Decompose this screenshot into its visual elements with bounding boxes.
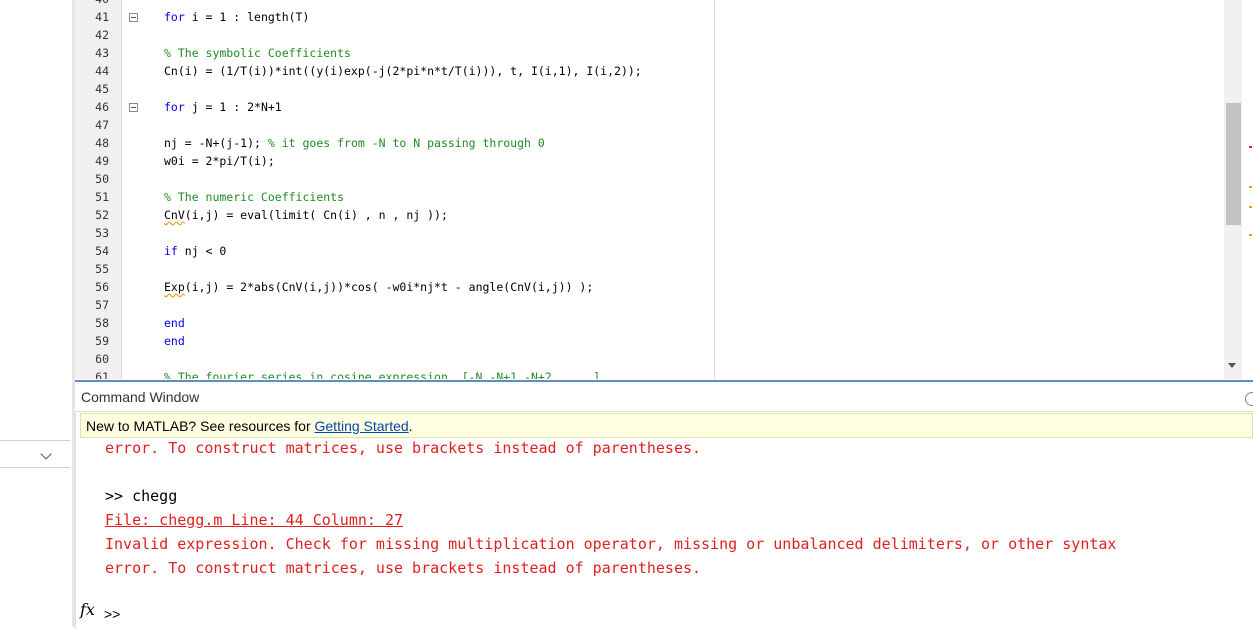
line-number: 56	[95, 280, 109, 294]
code-token: nj = -N+(j-1);	[164, 136, 268, 150]
keyword-token: for	[164, 100, 185, 114]
warning-marker[interactable]	[1249, 186, 1252, 188]
line-number: 51	[95, 190, 109, 204]
code-editor[interactable]: 40 41 42 43 44 45 46 47 48 49 50 51 52 53 54 55 56 57 58 59…	[75, 0, 1253, 379]
current-folder-panel	[0, 0, 72, 627]
line-number: 58	[95, 316, 109, 330]
line-number: 47	[95, 118, 109, 132]
line-number: 40	[75, 0, 109, 6]
code-line[interactable]: if nj < 0	[164, 244, 226, 258]
line-number: 49	[95, 154, 109, 168]
code-token: j = 1 : 2*N+1	[184, 100, 282, 114]
function-browser-icon[interactable]: fx	[80, 600, 95, 619]
title-divider	[75, 411, 1253, 412]
line-number: 57	[95, 298, 109, 312]
code-line[interactable]: for j = 1 : 2*N+1	[164, 100, 282, 114]
code-line[interactable]: end	[164, 316, 185, 330]
code-token: w0i = 2*pi/T(i);	[164, 154, 275, 168]
code-line[interactable]: % The numeric Coefficients	[164, 190, 344, 204]
line-number: 55	[95, 262, 109, 276]
line-number: 60	[95, 352, 109, 366]
code-line[interactable]: Cn(i) = (1/T(i))*int((y(i)exp(-j(2*pi*n*…	[164, 64, 642, 78]
code-line[interactable]: % The fourier series in cosine expressio…	[164, 370, 600, 379]
warning-marker[interactable]	[1249, 206, 1252, 208]
code-line[interactable]: nj = -N+(j-1); % it goes from -N to N pa…	[164, 136, 545, 150]
right-text-limit-line	[714, 0, 715, 379]
code-token: (i,j) = 2*abs(CnV(i,j))*cos( -w0i*nj*t -…	[184, 280, 594, 294]
command-window[interactable]: Command Window New to MATLAB? See resour…	[75, 380, 1253, 629]
comment-token: % The numeric Coefficients	[164, 190, 345, 204]
code-line[interactable]: w0i = 2*pi/T(i);	[164, 154, 275, 168]
code-line[interactable]: CnV(i,j) = eval(limit( Cn(i) , n , nj ))…	[164, 208, 448, 222]
error-message-continued: error. To construct matrices, use bracke…	[105, 559, 702, 577]
line-number: 46	[95, 100, 109, 114]
fold-toggle-icon[interactable]	[129, 103, 138, 112]
line-number: 41	[95, 10, 109, 24]
keyword-token: end	[164, 334, 185, 348]
code-token: nj < 0	[177, 244, 227, 258]
comment-token: % The symbolic Coefficients	[164, 46, 351, 60]
line-number: 43	[95, 46, 109, 60]
line-number: 52	[95, 208, 109, 222]
line-number: 42	[95, 28, 109, 42]
banner-suffix: .	[408, 418, 413, 434]
collapsed-details-panel[interactable]	[0, 440, 70, 468]
banner-text: New to MATLAB? See resources for Getting…	[86, 418, 413, 434]
command-window-left-border	[75, 413, 76, 629]
code-token: (i,j) = eval(limit( Cn(i) , n , nj ));	[184, 208, 448, 222]
getting-started-banner: New to MATLAB? See resources for Getting…	[80, 413, 1253, 438]
code-line[interactable]: % The symbolic Coefficients	[164, 46, 351, 60]
comment-token: % The fourier series in cosine expressio…	[164, 370, 601, 379]
line-number: 48	[95, 136, 109, 150]
error-text: error. To construct matrices, use bracke…	[105, 439, 702, 457]
line-number-gutter: 40 41 42 43 44 45 46 47 48 49 50 51 52 53 54 55 56 57 58 59…	[75, 0, 122, 379]
command-window-title: Command Window	[81, 389, 200, 405]
code-token: Exp	[164, 280, 185, 294]
code-line[interactable]: for i = 1 : length(T)	[164, 10, 309, 24]
command-prompt[interactable]: >>	[104, 606, 120, 622]
command-entry: >> chegg	[105, 487, 178, 505]
command-window-options-icon[interactable]	[1245, 392, 1253, 406]
error-message: Invalid expression. Check for missing mu…	[105, 535, 1117, 553]
error-location-link[interactable]: File: chegg.m Line: 44 Column: 27	[105, 510, 403, 530]
line-number: 54	[95, 244, 109, 258]
code-token: CnV	[164, 208, 185, 222]
keyword-token: if	[164, 244, 178, 258]
code-line[interactable]: Exp(i,j) = 2*abs(CnV(i,j))*cos( -w0i*nj*…	[164, 280, 593, 294]
line-number: 44	[95, 64, 109, 78]
code-line[interactable]: end	[164, 334, 185, 348]
line-number: 53	[95, 226, 109, 240]
fold-toggle-icon[interactable]	[129, 13, 138, 22]
getting-started-link[interactable]: Getting Started	[315, 418, 409, 434]
code-token: Cn(i) = (1/T(i))*int((y(i)exp(-j(2*pi*n*…	[164, 64, 642, 78]
banner-prefix: New to MATLAB? See resources for	[86, 418, 315, 434]
line-number: 59	[95, 334, 109, 348]
line-number: 50	[95, 172, 109, 186]
keyword-token: for	[164, 10, 185, 24]
code-token: i = 1 : length(T)	[184, 10, 310, 24]
warning-marker[interactable]	[1249, 234, 1252, 236]
error-marker[interactable]	[1249, 146, 1252, 148]
editor-scroll-thumb[interactable]	[1226, 103, 1241, 225]
scroll-down-arrow-icon[interactable]	[1228, 363, 1236, 368]
line-number: 61	[95, 370, 109, 379]
comment-token: % it goes from -N to N passing through 0	[267, 136, 545, 150]
line-number: 45	[95, 82, 109, 96]
keyword-token: end	[164, 316, 185, 330]
